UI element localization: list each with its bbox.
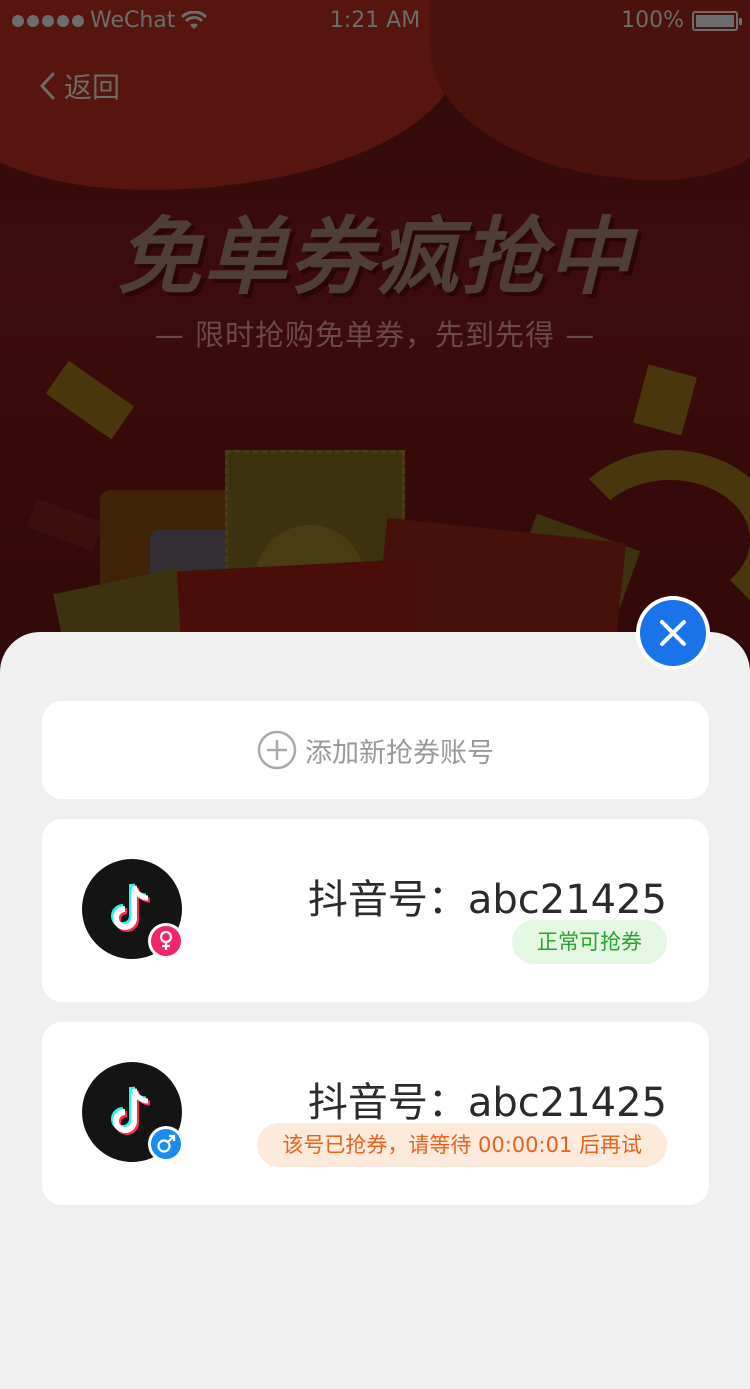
add-account-label: 添加新抢券账号 xyxy=(305,737,494,769)
female-icon xyxy=(148,923,184,959)
close-button[interactable] xyxy=(636,596,710,670)
male-icon xyxy=(148,1126,184,1162)
account-card[interactable]: 抖音号：abc21425 该号已抢券，请等待 00:00:01 后再试 xyxy=(42,1022,709,1205)
promo-subline: — 限时抢购免单券，先到先得 — xyxy=(154,318,596,352)
tiktok-logo-icon xyxy=(111,883,151,932)
status-right: 100% xyxy=(621,8,742,33)
back-button[interactable]: 返回 xyxy=(38,66,120,106)
battery-icon xyxy=(692,10,742,31)
promo-headline: 免单券疯抢中 xyxy=(116,208,633,306)
back-label: 返回 xyxy=(64,71,121,104)
status-bar: WeChat 1:21 AM 100% xyxy=(0,0,750,42)
chevron-left-icon xyxy=(39,72,55,100)
account-card[interactable]: 抖音号：abc21425 正常可抢券 xyxy=(42,819,709,1002)
add-account-button[interactable]: 添加新抢券账号 xyxy=(42,701,709,799)
status-badge: 该号已抢券，请等待 00:00:01 后再试 xyxy=(257,1123,667,1167)
battery-percent: 100% xyxy=(621,8,684,33)
tiktok-logo-icon xyxy=(111,1086,151,1135)
close-icon xyxy=(640,600,706,666)
account-name: 抖音号：abc21425 xyxy=(307,877,667,923)
plus-circle-icon xyxy=(257,730,297,770)
account-name: 抖音号：abc21425 xyxy=(307,1080,667,1126)
status-badge: 正常可抢券 xyxy=(512,920,667,964)
